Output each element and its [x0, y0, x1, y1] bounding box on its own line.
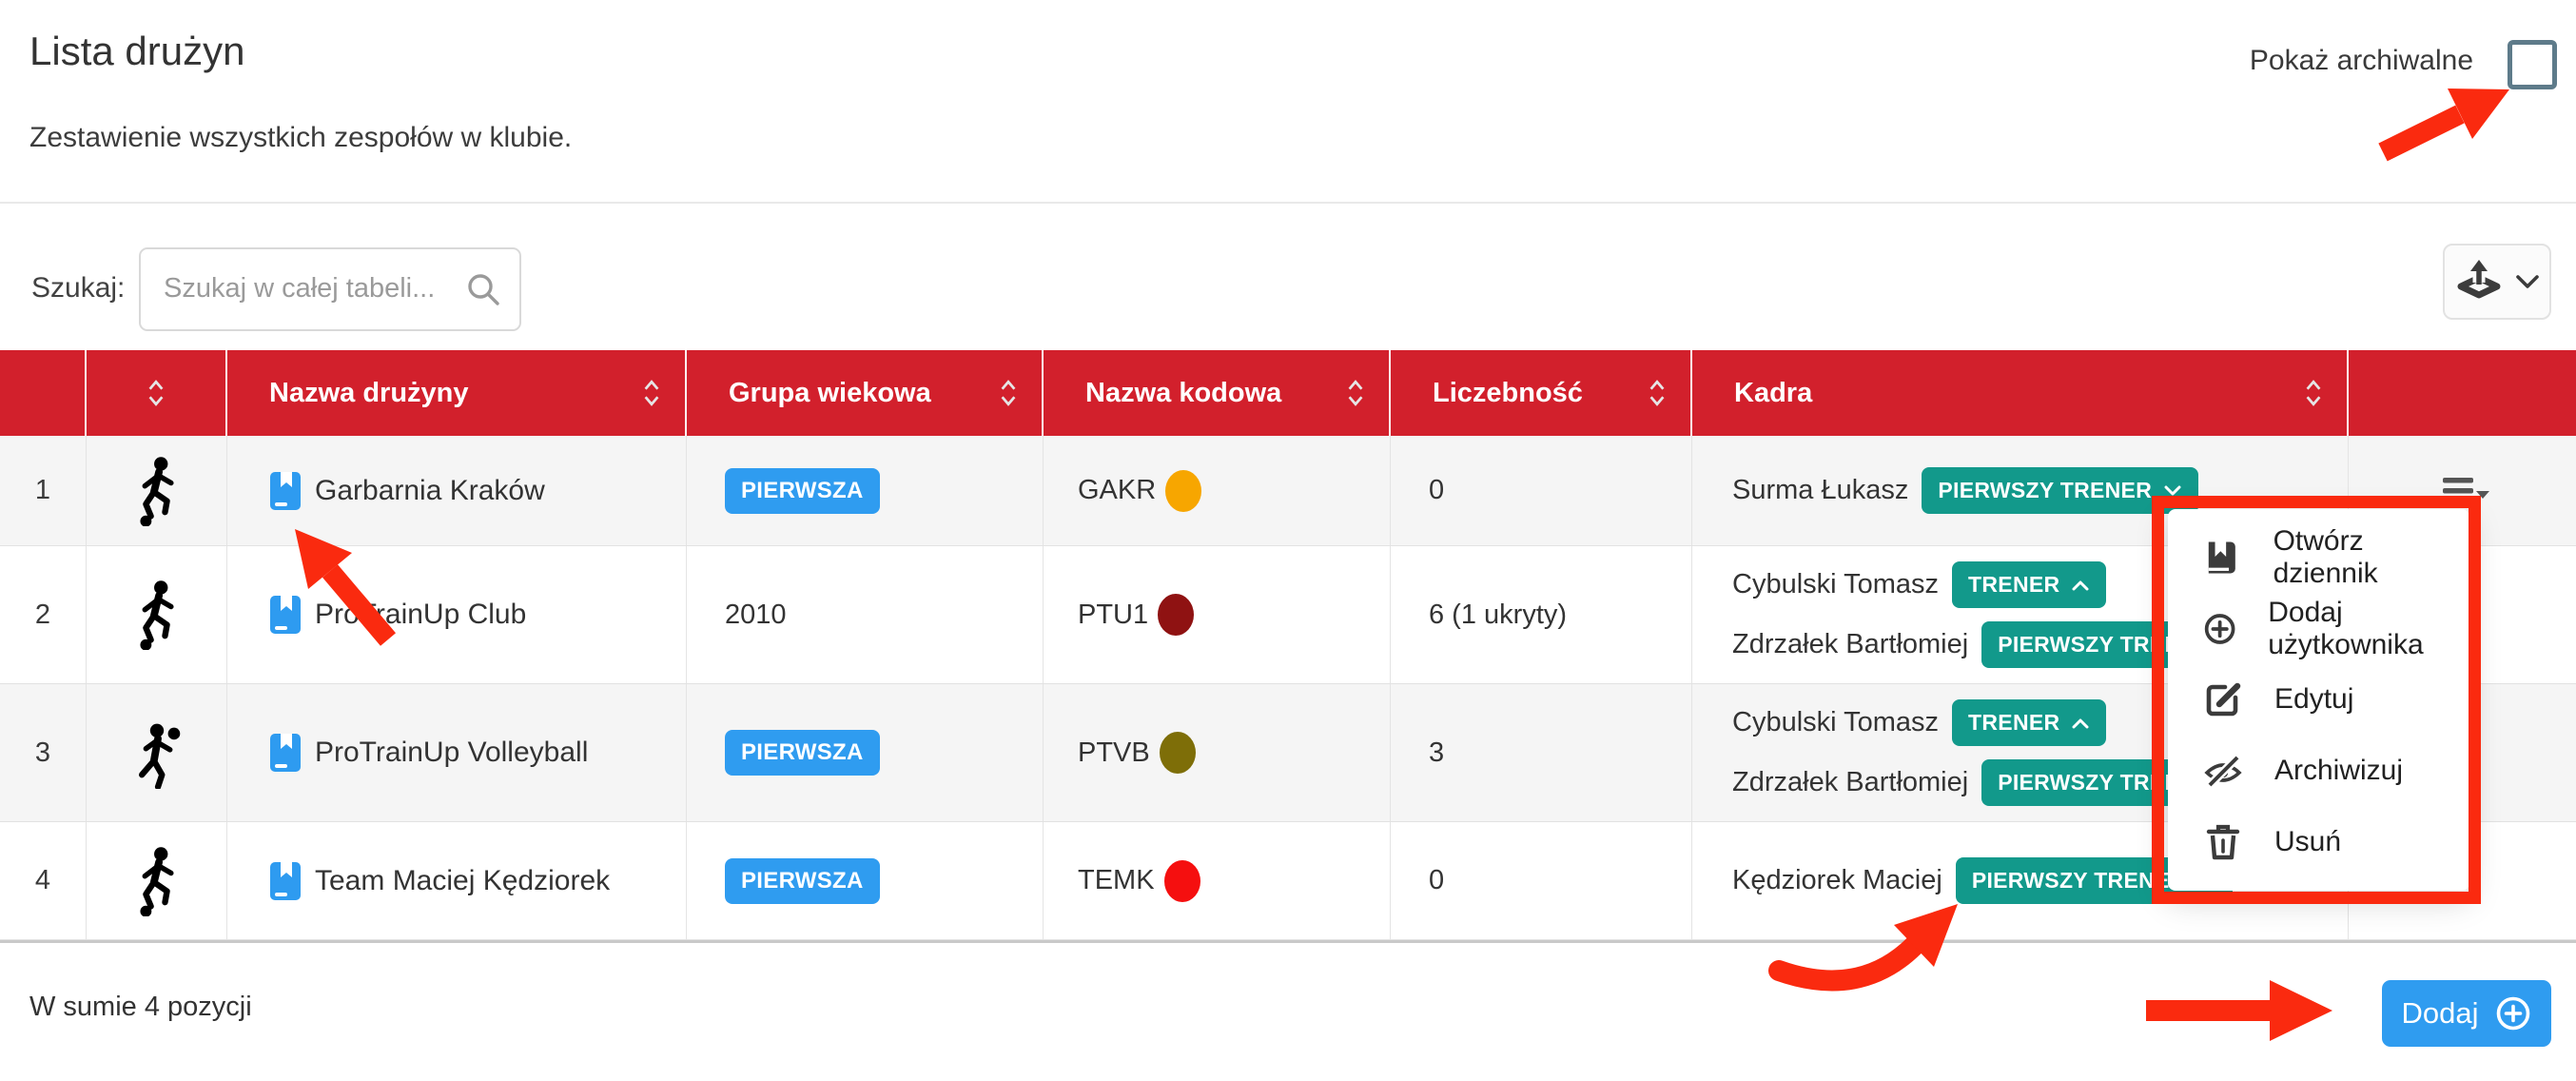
- team-size: 3: [1391, 684, 1692, 821]
- staff-name: Zdrzałek Bartłomiej: [1732, 629, 1968, 660]
- sort-icon: [998, 378, 1019, 408]
- search-box: [139, 247, 521, 331]
- staff-role-badge[interactable]: TRENER: [1952, 699, 2106, 746]
- show-archived-checkbox[interactable]: [2508, 40, 2557, 89]
- team-size: 0: [1391, 436, 1692, 545]
- team-size: 0: [1391, 822, 1692, 939]
- row-index: 3: [0, 684, 87, 821]
- header-divider: [0, 202, 2576, 204]
- row-index: 4: [0, 822, 87, 939]
- journal-icon[interactable]: [269, 733, 302, 773]
- staff-name: Zdrzałek Bartłomiej: [1732, 767, 1968, 798]
- journal-icon[interactable]: [269, 595, 302, 635]
- football-player-icon: [132, 846, 182, 916]
- sort-icon: [146, 378, 166, 408]
- add-button[interactable]: Dodaj: [2382, 980, 2551, 1047]
- age-group-badge: PIERWSZA: [725, 858, 880, 904]
- export-button[interactable]: [2443, 244, 2551, 320]
- team-color-dot: [1158, 594, 1194, 636]
- team-color-dot: [1164, 860, 1200, 902]
- col-code-header[interactable]: Nazwa kodowa: [1044, 350, 1391, 436]
- row-index: 1: [0, 436, 87, 545]
- team-code: TEMK: [1078, 865, 1155, 896]
- sort-icon: [641, 378, 662, 408]
- col-age-group-header[interactable]: Grupa wiekowa: [687, 350, 1044, 436]
- chevron-up-icon: [2071, 579, 2090, 592]
- staff-name: Kędziorek Maciej: [1732, 865, 1942, 896]
- chevron-down-icon: [2515, 273, 2540, 290]
- col-size-header[interactable]: Liczebność: [1391, 350, 1692, 436]
- col-sport-header[interactable]: [87, 350, 227, 436]
- age-group-text: 2010: [725, 599, 787, 631]
- team-color-dot: [1165, 470, 1201, 512]
- team-code: PTVB: [1078, 737, 1150, 769]
- annotation-highlight-box: [2152, 496, 2481, 904]
- staff-name: Cybulski Tomasz: [1732, 707, 1939, 738]
- chevron-up-icon: [2071, 717, 2090, 730]
- staff-name: Surma Łukasz: [1732, 475, 1908, 506]
- team-color-dot: [1160, 732, 1196, 774]
- team-name[interactable]: ProTrainUp Volleyball: [315, 737, 588, 769]
- team-code: PTU1: [1078, 599, 1148, 631]
- show-archived-label: Pokaż archiwalne: [2250, 45, 2473, 77]
- page-title: Lista drużyn: [29, 29, 244, 74]
- plus-circle-icon: [2494, 994, 2532, 1032]
- team-name[interactable]: ProTrainUp Club: [315, 599, 526, 631]
- age-group-badge: PIERWSZA: [725, 468, 880, 514]
- search-input[interactable]: [162, 249, 460, 327]
- search-icon: [466, 272, 500, 306]
- sort-icon: [1647, 378, 1668, 408]
- export-icon: [2454, 258, 2504, 305]
- journal-icon[interactable]: [269, 861, 302, 901]
- age-group-badge: PIERWSZA: [725, 730, 880, 776]
- football-player-icon: [132, 580, 182, 650]
- staff-role-badge[interactable]: TRENER: [1952, 561, 2106, 608]
- search-label: Szukaj:: [31, 272, 125, 305]
- sort-icon: [2303, 378, 2324, 408]
- col-actions-header: [2349, 350, 2576, 436]
- team-name[interactable]: Team Maciej Kędziorek: [315, 865, 610, 897]
- table-bottom-border: [0, 940, 2576, 943]
- col-name-header[interactable]: Nazwa drużyny: [227, 350, 687, 436]
- col-staff-header[interactable]: Kadra: [1692, 350, 2349, 436]
- football-player-icon: [132, 456, 182, 526]
- summary-text: W sumie 4 pozycji: [29, 992, 252, 1023]
- volleyball-player-icon: [132, 717, 182, 789]
- team-code: GAKR: [1078, 475, 1156, 506]
- team-size: 6 (1 ukryty): [1391, 546, 1692, 683]
- journal-icon[interactable]: [269, 471, 302, 511]
- page-subtitle: Zestawienie wszystkich zespołów w klubie…: [29, 122, 572, 154]
- row-index: 2: [0, 546, 87, 683]
- table-header-row: Nazwa drużyny Grupa wiekowa Nazwa kodowa…: [0, 350, 2576, 436]
- team-name[interactable]: Garbarnia Kraków: [315, 475, 545, 507]
- sort-icon: [1345, 378, 1366, 408]
- col-index-header: [0, 350, 87, 436]
- staff-name: Cybulski Tomasz: [1732, 569, 1939, 600]
